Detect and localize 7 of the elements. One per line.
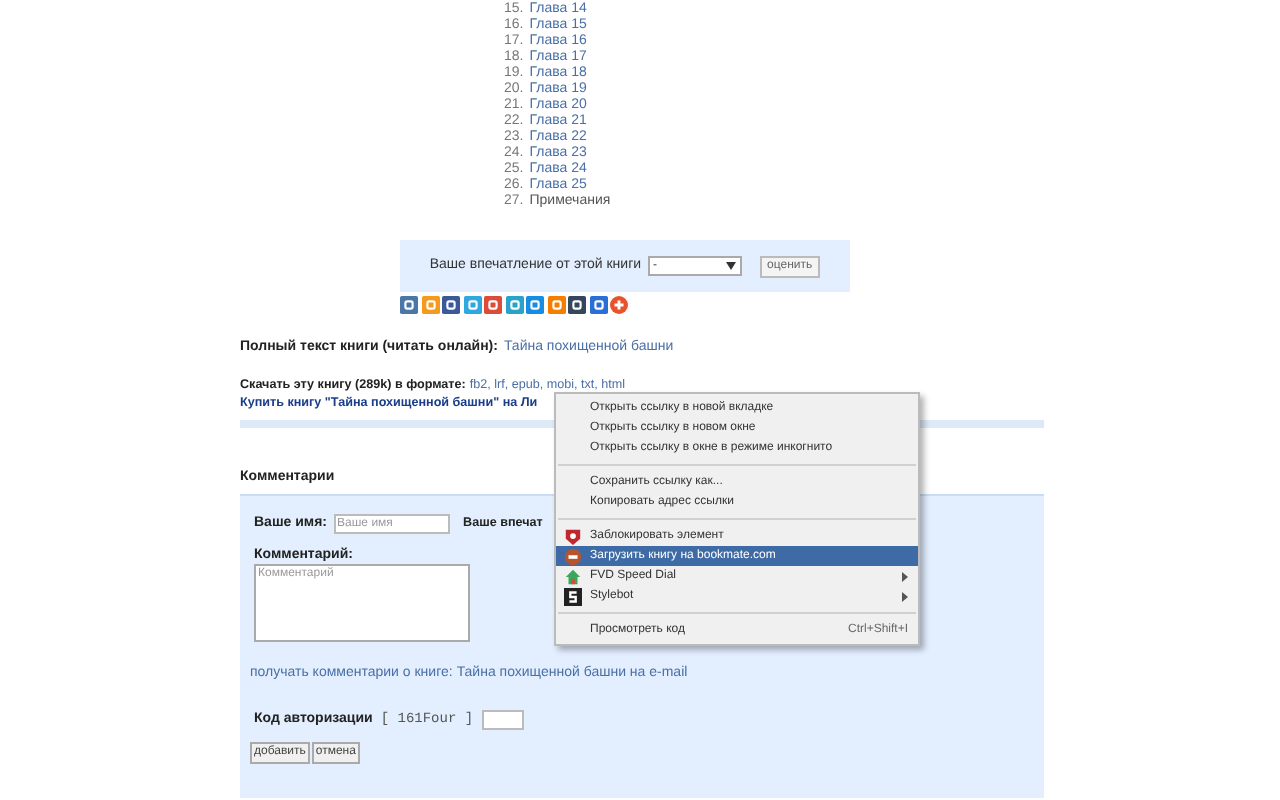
s-icon [564, 587, 582, 605]
shield-icon [564, 527, 582, 545]
plus-icon[interactable] [610, 296, 628, 314]
auth-field[interactable] [481, 709, 524, 730]
house-icon [564, 567, 582, 585]
book-icon [564, 547, 582, 565]
caret-icon [725, 262, 736, 270]
